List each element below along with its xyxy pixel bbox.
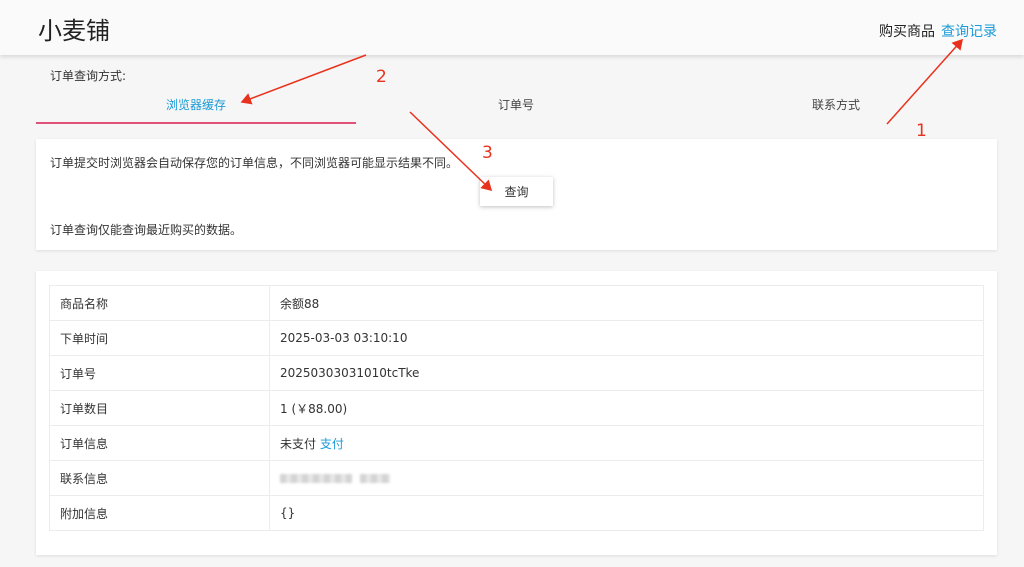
annotation-number-2: 2	[376, 67, 387, 87]
annotation-arrow-1	[886, 38, 963, 125]
annotation-number-1: 1	[916, 121, 927, 141]
annotation-number-3: 3	[482, 143, 493, 163]
annotation-arrow-2	[240, 54, 367, 105]
annotation-arrow-3	[409, 111, 493, 192]
annotation-overlay: 1 2 3	[240, 38, 963, 192]
